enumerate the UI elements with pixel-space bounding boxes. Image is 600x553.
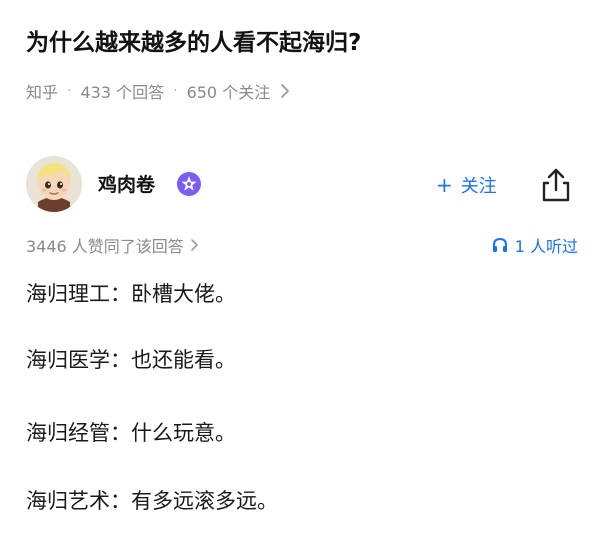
upvote-label: 3446 人赞同了该回答	[26, 237, 184, 256]
answer-line: 海归艺术：有多远滚多远。	[26, 489, 278, 513]
chevron-right-icon	[190, 239, 202, 251]
question-meta[interactable]: 知乎 · 433 个回答 · 650 个关注	[26, 78, 292, 104]
headphones-icon	[492, 237, 507, 252]
listen-count[interactable]: 1 人听过	[491, 232, 578, 258]
follow-button[interactable]: + 关注	[436, 170, 497, 200]
separator-dot: ·	[173, 83, 178, 99]
share-icon[interactable]	[538, 166, 574, 204]
chevron-right-icon	[278, 84, 292, 98]
answer-line: 海归经管：什么玩意。	[26, 421, 236, 445]
stats-row: 3446 人赞同了该回答 1 人听过	[26, 232, 578, 258]
answer-line: 海归理工：卧槽大佬。	[26, 282, 236, 306]
plus-icon: +	[436, 173, 453, 197]
question-title[interactable]: 为什么越来越多的人看不起海归?	[26, 26, 586, 60]
answer-count: 433 个回答	[80, 83, 165, 102]
follow-label: 关注	[460, 176, 497, 197]
separator-dot: ·	[67, 83, 72, 99]
source-label: 知乎	[26, 83, 59, 102]
author-row: 鸡肉卷 + 关注	[26, 156, 578, 214]
upvote-count[interactable]: 3446 人赞同了该回答	[26, 232, 202, 258]
listen-label: 1 人听过	[514, 237, 578, 256]
creator-badge-icon[interactable]	[176, 171, 202, 197]
avatar[interactable]	[26, 156, 82, 212]
follower-count: 650 个关注	[186, 83, 271, 102]
author-name[interactable]: 鸡肉卷	[98, 172, 155, 198]
answer-line: 海归医学：也还能看。	[26, 348, 236, 372]
